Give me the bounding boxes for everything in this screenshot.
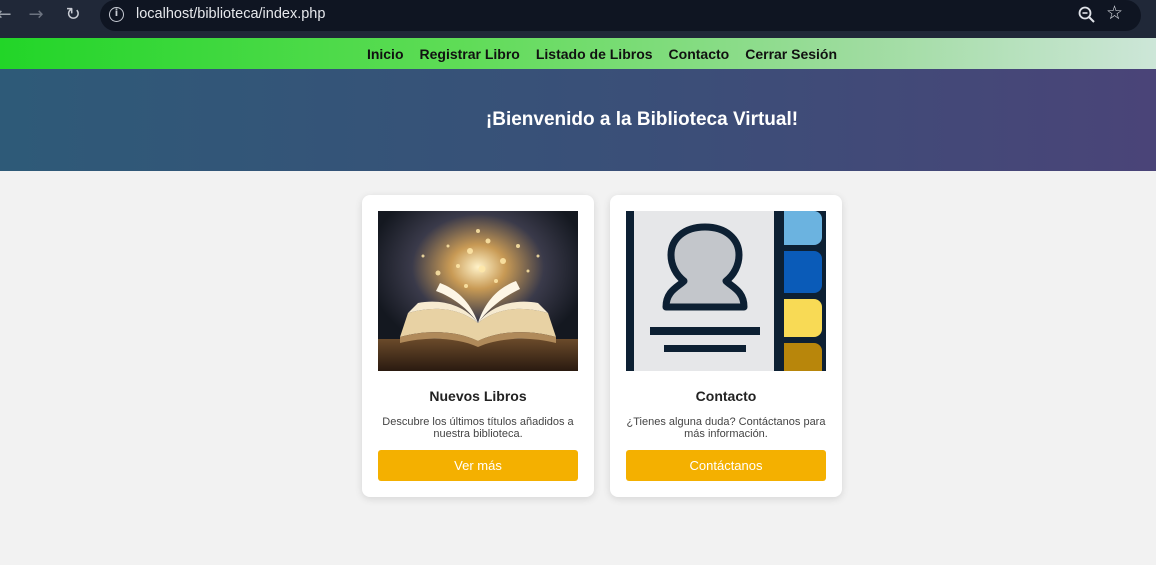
nav-item-registrar-libro[interactable]: Registrar Libro [420,46,520,62]
nav-item-listado-libros[interactable]: Listado de Libros [536,46,653,62]
open-book-image [378,211,578,371]
card-description: ¿Tienes alguna duda? Contáctanos para má… [626,416,826,440]
site-nav: Inicio Registrar Libro Listado de Libros… [0,38,1156,69]
nav-item-cerrar-sesion[interactable]: Cerrar Sesión [745,46,837,62]
site-info-icon[interactable]: i [109,7,124,22]
address-url[interactable]: localhost/biblioteca/index.php [136,6,325,22]
card-description: Descubre los últimos títulos añadidos a … [382,416,574,440]
ver-mas-button[interactable]: Ver más [378,450,578,481]
contactanos-button[interactable]: Contáctanos [626,450,826,481]
card-nuevos-libros: Nuevos Libros Descubre los últimos títul… [362,195,594,497]
nav-item-inicio[interactable]: Inicio [367,46,404,62]
forward-arrow-icon[interactable]: → [22,3,50,27]
contact-book-image [626,211,826,371]
card-title: Nuevos Libros [429,388,527,404]
zoom-icon[interactable] [1076,4,1098,26]
card-title: Contacto [695,388,757,404]
hero-title: ¡Bienvenido a la Biblioteca Virtual! [485,109,799,130]
browser-toolbar: ← → ↻ i localhost/biblioteca/index.php ☆ [0,0,1156,38]
address-bar[interactable]: i localhost/biblioteca/index.php ☆ [100,0,1141,31]
bookmark-star-icon[interactable]: ☆ [1106,2,1123,24]
reload-icon[interactable]: ↻ [59,3,87,27]
card-contacto: Contacto ¿Tienes alguna duda? Contáctano… [610,195,842,497]
back-arrow-icon[interactable]: ← [0,3,18,27]
hero-banner: ¡Bienvenido a la Biblioteca Virtual! [0,69,1156,171]
nav-item-contacto[interactable]: Contacto [669,46,730,62]
